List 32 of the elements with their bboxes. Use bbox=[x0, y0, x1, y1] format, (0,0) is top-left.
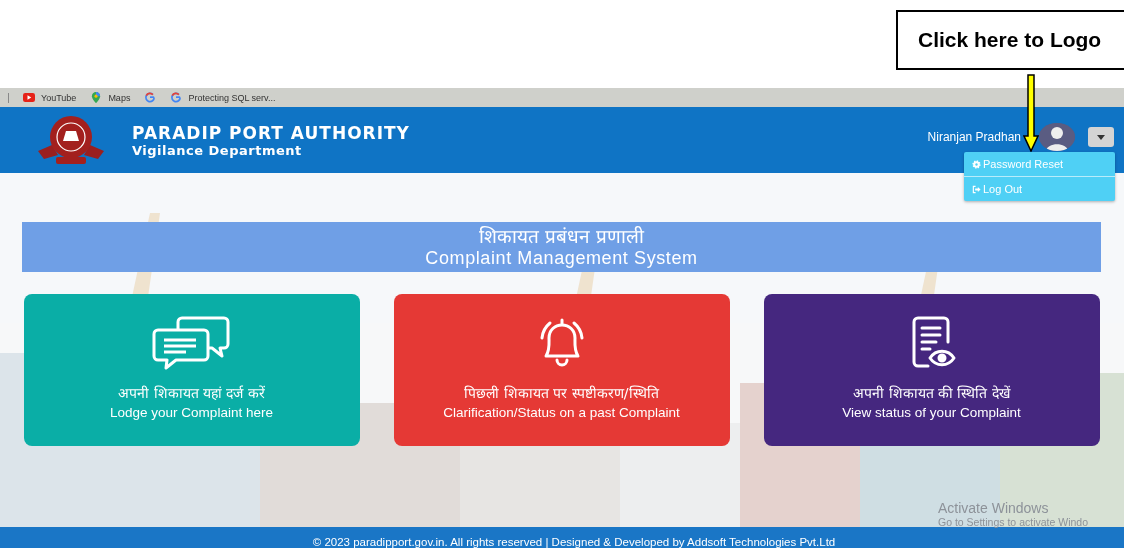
activation-notice: Activate Windows bbox=[938, 500, 1050, 516]
map-pin-icon bbox=[90, 92, 103, 103]
card-subtitle: Clarification/Status on a past Complaint bbox=[443, 405, 680, 420]
dropdown-toggle[interactable] bbox=[1088, 127, 1114, 147]
sign-out-icon bbox=[972, 184, 981, 194]
user-name: Niranjan Pradhan bbox=[927, 130, 1021, 144]
google-g-icon bbox=[170, 92, 183, 103]
card-title: पिछली शिकायत पर स्पष्टीकरण/स्थिति bbox=[464, 384, 659, 402]
callout-text: Click here to Logo bbox=[896, 10, 1124, 70]
bookmark-link[interactable]: Protecting SQL serv... bbox=[170, 92, 276, 103]
bookmark-link[interactable] bbox=[144, 92, 157, 103]
bookmark-link[interactable]: Maps bbox=[90, 92, 131, 103]
bookmark-link[interactable]: YouTube bbox=[23, 92, 77, 103]
card-subtitle: View status of your Complaint bbox=[842, 405, 1021, 420]
site-title: PARADIP PORT AUTHORITY bbox=[132, 122, 410, 143]
copyright-text: © 2023 paradipport.gov.in. All rights reserved | Designed & Developed by Addsoft Technologies Pvt.Ltd bbox=[312, 536, 836, 548]
google-g-icon bbox=[144, 92, 157, 103]
caret-icon bbox=[1097, 134, 1105, 140]
activation-hint: Go to Settings to activate Windo bbox=[938, 516, 1088, 528]
emblem-icon bbox=[36, 115, 106, 165]
speech-bubbles-icon bbox=[151, 316, 232, 370]
card-title: अपनी शिकायत यहां दर्ज करें bbox=[118, 384, 265, 402]
banner-title: शिकायत प्रबंधन प्रणाली bbox=[478, 225, 645, 247]
action-card[interactable]: पिछली शिकायत पर स्पष्टीकरण/स्थिति Clarification/Status on a past Complaint bbox=[393, 294, 730, 446]
banner-subtitle: Complaint Management System bbox=[425, 247, 698, 269]
gear-icon bbox=[972, 159, 981, 169]
avatar-icon bbox=[1039, 123, 1075, 151]
site-subtitle: Vigilance Department bbox=[132, 142, 303, 158]
action-card[interactable]: अपनी शिकायत की स्थिति देखें View status of your Complaint bbox=[763, 294, 1100, 446]
card-subtitle: Lodge your Complaint here bbox=[110, 405, 273, 420]
card-title: अपनी शिकायत की स्थिति देखें bbox=[853, 384, 1010, 402]
video-play-icon bbox=[23, 92, 35, 103]
